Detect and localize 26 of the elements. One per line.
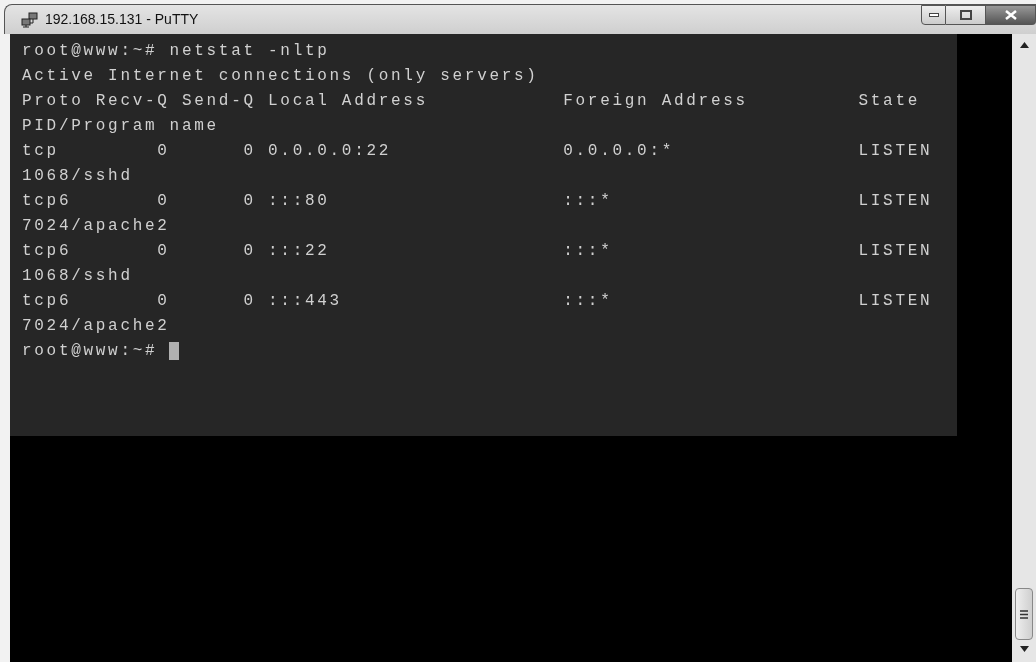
close-button[interactable] xyxy=(986,5,1036,25)
network-computers-icon xyxy=(21,11,39,28)
grip-icon xyxy=(1020,609,1028,619)
terminal-line: 1068/sshd xyxy=(22,165,133,187)
maximize-icon xyxy=(959,10,972,20)
minimize-button[interactable] xyxy=(921,5,946,25)
window-title: 192.168.15.131 - PuTTY xyxy=(45,10,199,29)
terminal-line: root@www:~# netstat -nltp xyxy=(22,40,330,62)
maximize-button[interactable] xyxy=(946,5,986,25)
terminal-line: tcp6 0 0 :::80 :::* LISTEN xyxy=(22,190,933,212)
minimize-icon xyxy=(928,13,939,17)
scroll-up-arrow-icon[interactable] xyxy=(1019,42,1029,48)
terminal-line: 7024/apache2 xyxy=(22,315,170,337)
terminal-line: tcp6 0 0 :::22 :::* LISTEN xyxy=(22,240,933,262)
terminal-line: tcp 0 0 0.0.0.0:22 0.0.0.0:* LISTEN xyxy=(22,140,933,162)
terminal-line: 1068/sshd xyxy=(22,265,133,287)
terminal-line: PID/Program name xyxy=(22,115,219,137)
scroll-down-arrow-icon[interactable] xyxy=(1019,646,1029,652)
scrollbar-thumb[interactable] xyxy=(1015,588,1033,640)
terminal-line: Active Internet connections (only servers) xyxy=(22,65,539,87)
terminal-line: 7024/apache2 xyxy=(22,215,170,237)
close-icon xyxy=(1004,10,1017,20)
scrollbar[interactable] xyxy=(1012,34,1036,662)
terminal-line: root@www:~# xyxy=(22,340,158,362)
terminal-line: tcp6 0 0 :::443 :::* LISTEN xyxy=(22,290,933,312)
terminal-line: Proto Recv-Q Send-Q Local Address Foreign Address State xyxy=(22,90,920,112)
